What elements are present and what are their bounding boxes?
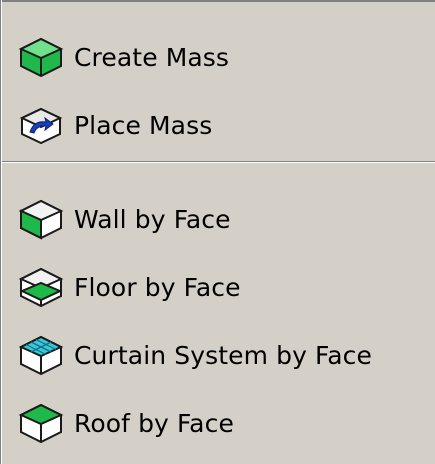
- menu-item-floor-by-face[interactable]: Floor by Face: [16, 262, 241, 312]
- menu-separator: [2, 161, 435, 163]
- menu-item-roof-by-face[interactable]: Roof by Face: [16, 398, 234, 448]
- panel-top-edge: [2, 0, 435, 2]
- menu-item-wall-by-face[interactable]: Wall by Face: [16, 194, 231, 244]
- menu-item-label: Floor by Face: [74, 272, 241, 302]
- curtain-system-by-face-icon: [16, 334, 66, 376]
- menu-item-label: Place Mass: [74, 110, 213, 140]
- menu-item-curtain-system-by-face[interactable]: Curtain System by Face: [16, 330, 372, 380]
- floor-by-face-icon: [16, 266, 66, 308]
- menu-item-label: Wall by Face: [74, 204, 231, 234]
- menu-item-label: Curtain System by Face: [74, 340, 372, 370]
- menu-item-label: Create Mass: [74, 42, 230, 72]
- create-mass-icon: [16, 36, 66, 78]
- menu-item-create-mass[interactable]: Create Mass: [16, 32, 229, 82]
- roof-by-face-icon: [16, 402, 66, 444]
- wall-by-face-icon: [16, 198, 66, 240]
- menu-item-place-mass[interactable]: Place Mass: [16, 100, 212, 150]
- place-mass-icon: [16, 104, 66, 146]
- massing-menu-panel: Create Mass Place Mass Wall by Face Floo…: [0, 0, 435, 464]
- menu-item-label: Roof by Face: [74, 408, 234, 438]
